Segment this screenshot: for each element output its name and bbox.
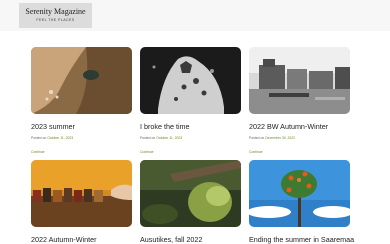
posted-label: Posted on (31, 136, 47, 140)
post-card: Ausutikes, fall 2022 (140, 160, 241, 244)
post-card: 2022 Autumn-Winter (31, 160, 132, 244)
post-title[interactable]: I broke the time (140, 122, 241, 131)
post-thumbnail[interactable] (140, 47, 241, 114)
post-title[interactable]: 2022 BW Autumn-Winter (249, 122, 350, 131)
post-card: 2022 BW Autumn-Winter Posted on December… (249, 47, 350, 158)
post-meta: Posted on October 11, 2023 (31, 136, 132, 140)
post-thumbnail[interactable] (249, 47, 350, 114)
post-thumbnail[interactable] (31, 47, 132, 114)
post-thumbnail[interactable] (31, 160, 132, 227)
site-logo[interactable]: Serenity Magazine FEEL THE PLACES (19, 3, 92, 28)
posted-label: Posted on (249, 136, 265, 140)
site-title: Serenity Magazine (25, 7, 86, 16)
post-card: Ending the summer in Saaremaa (249, 160, 354, 244)
continue-link[interactable]: Continue (140, 150, 154, 154)
post-thumbnail[interactable] (140, 160, 241, 227)
post-date[interactable]: October 11, 2023 (156, 136, 182, 140)
post-card: I broke the time Posted on October 11, 2… (140, 47, 241, 158)
site-header: Serenity Magazine FEEL THE PLACES (0, 0, 390, 31)
post-meta: Posted on October 11, 2023 (140, 136, 241, 140)
post-date[interactable]: December 30, 2022 (265, 136, 295, 140)
post-meta: Posted on December 30, 2022 (249, 136, 350, 140)
continue-link[interactable]: Continue (31, 150, 45, 154)
post-date[interactable]: October 11, 2023 (47, 136, 73, 140)
post-thumbnail[interactable] (249, 160, 350, 227)
site-tagline: FEEL THE PLACES (36, 18, 75, 22)
post-card: 2023 summer Posted on October 11, 2023 C… (31, 47, 132, 158)
continue-link[interactable]: Continue (249, 150, 263, 154)
post-title[interactable]: 2023 summer (31, 122, 132, 131)
posted-label: Posted on (140, 136, 156, 140)
